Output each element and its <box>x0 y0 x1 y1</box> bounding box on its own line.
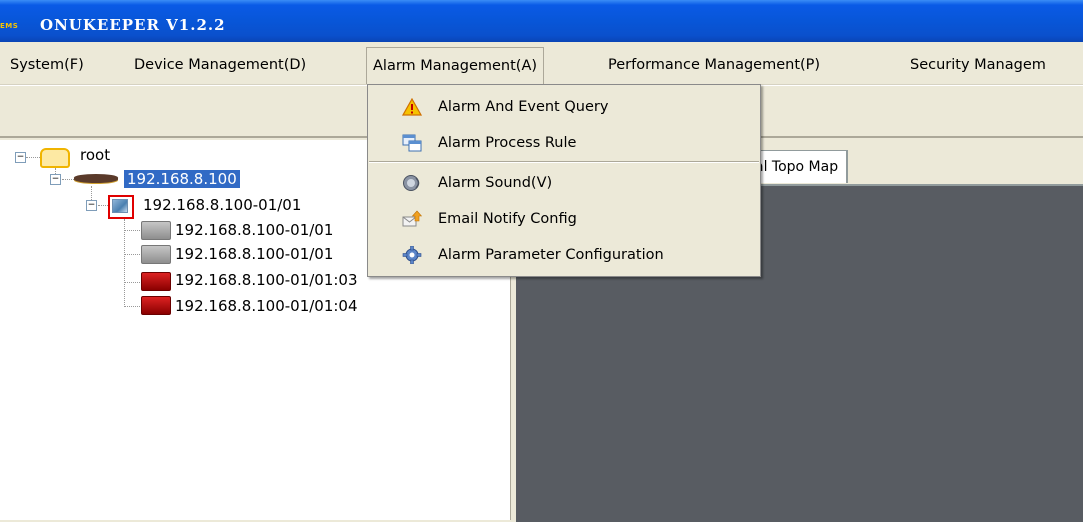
onu-red-icon <box>141 272 171 291</box>
menu-system[interactable]: System(F) <box>4 46 90 84</box>
menu-item-alarm-process-rule[interactable]: Alarm Process Rule <box>368 125 760 161</box>
olt-device-icon <box>74 174 118 183</box>
speaker-icon <box>403 175 420 191</box>
menu-item-alarm-parameter-configuration[interactable]: Alarm Parameter Configuration <box>368 237 760 273</box>
menu-item-label: Email Notify Config <box>438 211 577 227</box>
menu-item-email-notify-config[interactable]: Email Notify Config <box>368 201 760 237</box>
onu-gray-icon <box>141 245 171 264</box>
menu-item-label: Alarm Parameter Configuration <box>438 247 664 263</box>
tree-node-olt[interactable]: 192.168.8.100 <box>124 169 240 189</box>
folder-icon <box>40 148 70 168</box>
gear-icon <box>402 246 422 264</box>
tree-node-olt-label: 192.168.8.100 <box>124 170 240 188</box>
menu-item-alarm-event-query[interactable]: Alarm And Event Query <box>368 89 760 125</box>
collapse-olt-toggle[interactable]: − <box>50 174 61 185</box>
tree-node-onu[interactable]: 192.168.8.100-01/01:03 <box>175 270 358 290</box>
tree-connector <box>124 282 140 283</box>
rule-window-icon <box>402 134 422 152</box>
onu-red-icon <box>141 296 171 315</box>
window-title: ONUKEEPER V1.2.2 <box>40 16 226 34</box>
tree-connector <box>124 306 140 307</box>
alarm-management-menu: Alarm And Event Query Alarm Process Rule… <box>367 84 761 277</box>
tree-connector <box>62 179 74 180</box>
collapse-board-toggle[interactable]: − <box>86 200 97 211</box>
tree-connector <box>98 205 108 206</box>
menu-item-label: Alarm Sound(V) <box>438 175 553 191</box>
tree-connector <box>124 219 125 307</box>
menu-item-alarm-sound[interactable]: Alarm Sound(V) <box>368 165 760 201</box>
warning-icon <box>402 98 422 116</box>
email-arrow-icon <box>402 210 422 227</box>
menu-item-label: Alarm And Event Query <box>438 99 609 115</box>
tree-connector <box>124 254 140 255</box>
tree-connector <box>26 157 40 158</box>
menu-device-management[interactable]: Device Management(D) <box>128 46 312 84</box>
menu-security-management[interactable]: Security Managem <box>904 46 1052 84</box>
app-logo: EMS <box>0 22 19 30</box>
tree-node-onu[interactable]: 192.168.8.100-01/01:04 <box>175 296 358 316</box>
tree-connector <box>124 230 140 231</box>
menu-item-label: Alarm Process Rule <box>438 135 577 151</box>
tree-node-onu[interactable]: 192.168.8.100-01/01 <box>175 244 333 264</box>
collapse-root-toggle[interactable]: − <box>15 152 26 163</box>
tree-node-onu[interactable]: 192.168.8.100-01/01 <box>175 220 333 240</box>
onu-gray-icon <box>141 221 171 240</box>
menu-performance-management[interactable]: Performance Management(P) <box>602 46 826 84</box>
board-icon <box>112 199 128 213</box>
tree-node-board[interactable]: 192.168.8.100-01/01 <box>143 195 301 215</box>
menu-separator <box>369 161 759 163</box>
menu-bar: System(F) Device Management(D) Alarm Man… <box>0 46 1083 85</box>
tab-topo-map[interactable]: al Topo Map <box>746 150 849 183</box>
menu-alarm-management[interactable]: Alarm Management(A) <box>366 47 545 84</box>
tree-node-root[interactable]: root <box>80 145 110 165</box>
